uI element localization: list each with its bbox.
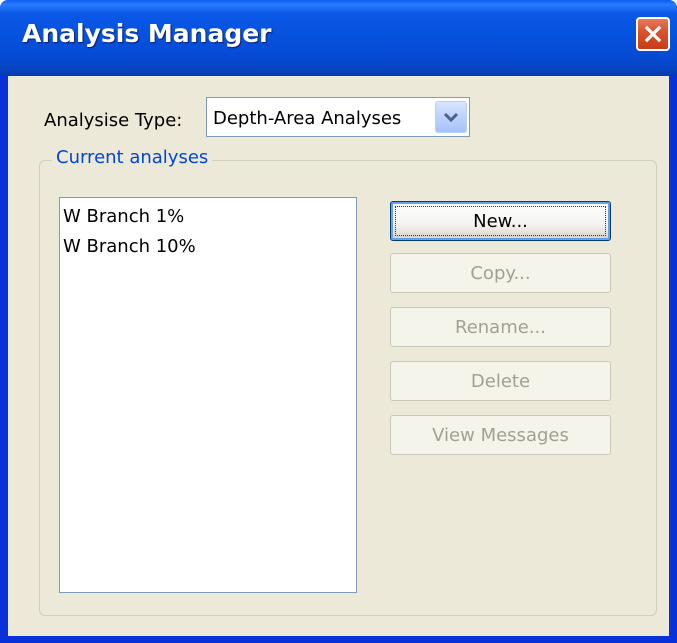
delete-button[interactable]: Delete: [390, 361, 611, 401]
view-messages-button[interactable]: View Messages: [390, 415, 611, 455]
current-analyses-label: Current analyses: [52, 147, 213, 168]
dialog-body: Analysise Type: Depth-Area Analyses Curr…: [8, 76, 669, 636]
dropdown-arrow-button[interactable]: [435, 101, 467, 133]
window-title: Analysis Manager: [22, 19, 272, 48]
analysis-type-value: Depth-Area Analyses: [213, 108, 402, 129]
copy-button[interactable]: Copy...: [390, 253, 611, 293]
list-item[interactable]: W Branch 1%: [63, 206, 184, 227]
analysis-type-label: Analysise Type:: [44, 110, 183, 131]
close-button[interactable]: [636, 17, 670, 51]
close-icon: [644, 25, 662, 43]
list-item[interactable]: W Branch 10%: [63, 236, 196, 257]
new-button[interactable]: New...: [390, 201, 611, 241]
title-bar[interactable]: Analysis Manager: [0, 0, 677, 76]
analyses-list[interactable]: W Branch 1% W Branch 10%: [59, 197, 357, 593]
analysis-manager-window: Analysis Manager Analysise Type: Depth-A…: [0, 0, 677, 643]
rename-button[interactable]: Rename...: [390, 307, 611, 347]
chevron-down-icon: [443, 112, 459, 123]
analysis-type-dropdown[interactable]: Depth-Area Analyses: [206, 97, 470, 137]
